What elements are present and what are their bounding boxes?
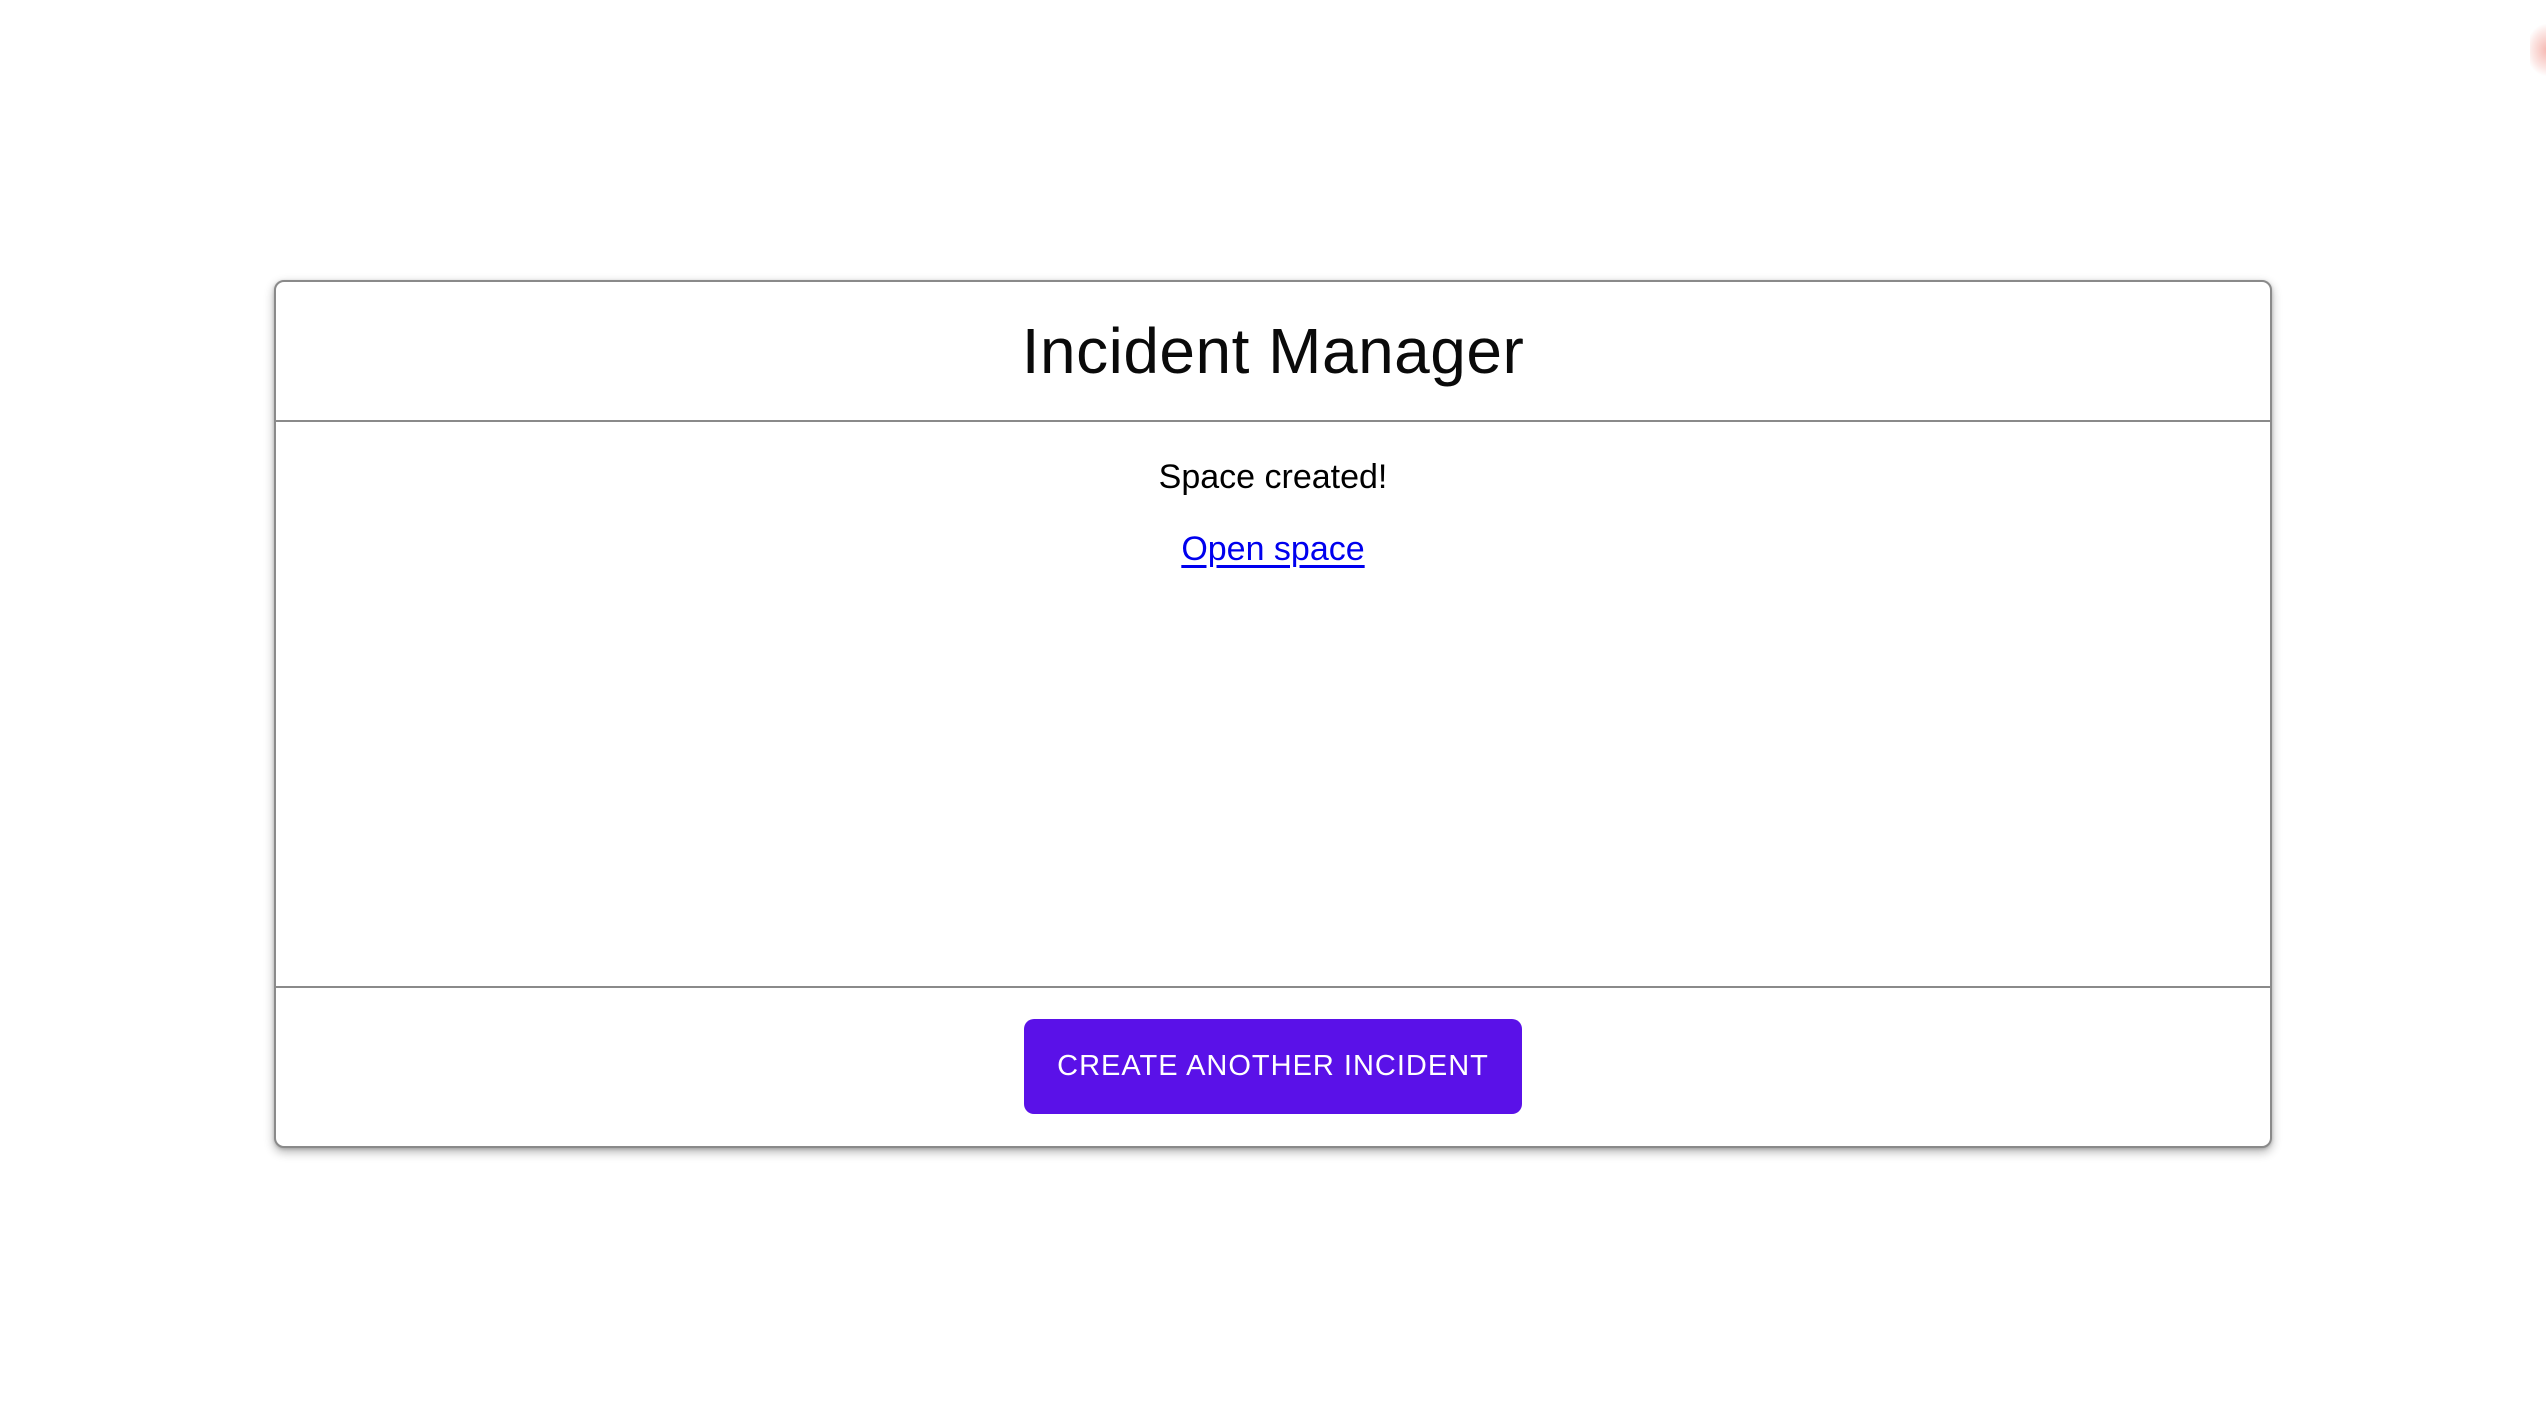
screen-edge-red-artifact [2530, 16, 2546, 84]
card-content: Space created! Open space [276, 422, 2270, 986]
create-another-incident-button[interactable]: CREATE ANOTHER INCIDENT [1024, 1019, 1522, 1114]
incident-manager-card: Incident Manager Space created! Open spa… [274, 279, 2272, 1148]
card-header: Incident Manager [276, 282, 2270, 422]
link-row: Open space [276, 530, 2270, 569]
page-background: Incident Manager Space created! Open spa… [0, 0, 2546, 1427]
open-space-link[interactable]: Open space [1181, 530, 1364, 568]
status-message: Space created! [1158, 457, 1388, 496]
page-title: Incident Manager [1021, 314, 1525, 387]
card-footer: CREATE ANOTHER INCIDENT [276, 985, 2270, 1146]
